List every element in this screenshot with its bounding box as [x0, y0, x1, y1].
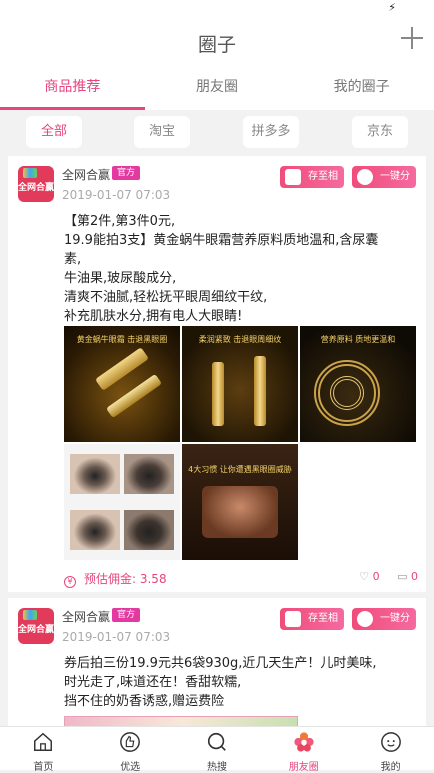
desc-line: 【第2件,第3件0元,	[64, 214, 176, 229]
shop-name: 全网合赢	[62, 610, 111, 624]
bottom-tab-bar: 首页 优选 热搜 朋友圈 我的	[0, 726, 434, 773]
eye-before	[70, 454, 120, 494]
post-card: 全网合赢 全网合赢 官方 2019-01-07 07:03 存至相册 一键分享 …	[8, 598, 426, 726]
tab-home[interactable]: 首页	[0, 727, 87, 773]
product-image[interactable]	[64, 444, 180, 560]
image-caption: 4大习惯 让你遭遇黑眼圈威胁	[188, 465, 292, 474]
tab-featured[interactable]: 优选	[87, 727, 174, 773]
thumbs-up-icon	[120, 732, 141, 752]
desc-line: 时光走了,味道还在！香甜软糯,	[64, 675, 242, 690]
product-image[interactable]: 黄金蜗牛眼霜 击退黑眼圈	[64, 326, 180, 442]
search-icon	[207, 732, 226, 751]
post-description: 券后拍三份19.9元共6袋930g,近几天生产！儿时美味, 时光走了,味道还在！…	[64, 654, 394, 711]
share-icon	[357, 169, 373, 185]
product-image[interactable]: 柔润紧致 击退眼周细纹	[182, 326, 298, 442]
bolt-icon: ⚡	[388, 1, 396, 14]
post-date: 2019-01-07 07:03	[62, 188, 171, 202]
post-date: 2019-01-07 07:03	[62, 630, 171, 644]
eye-after	[124, 510, 174, 550]
desc-line: 券后拍三份19.9元共6袋930g,近几天生产！儿时美味,	[64, 656, 377, 671]
official-badge: 官方	[112, 608, 141, 622]
tab-recommended[interactable]: 商品推荐	[0, 66, 145, 110]
filter-taobao[interactable]: 淘宝	[134, 116, 190, 148]
avatar[interactable]: 全网合赢	[18, 608, 54, 644]
image-caption: 营养原料 质地更温和	[320, 335, 396, 344]
desc-line: 19.9能拍3支】黄金蜗牛眼霜营养原料质地温和,含尿囊素,	[64, 233, 379, 267]
bottle-shape	[212, 362, 224, 426]
header: 圈子	[0, 18, 434, 66]
eye-after	[124, 454, 174, 494]
tab-label: 朋友圈	[288, 762, 319, 773]
album-icon	[285, 169, 301, 185]
image-caption: 黄金蜗牛眼霜 击退黑眼圈	[76, 335, 168, 344]
page-title: 圈子	[197, 34, 236, 56]
tab-profile[interactable]: 我的	[347, 727, 434, 773]
save-label: 存至相册	[308, 613, 338, 646]
shell-shape	[330, 376, 364, 410]
post-stats: ♡ 0 ▭ 0	[359, 570, 418, 583]
save-label: 存至相册	[308, 171, 338, 204]
comment-button[interactable]: ▭ 0	[397, 570, 418, 583]
comment-count: 0	[411, 570, 418, 583]
like-count: 0	[372, 570, 380, 583]
flower-icon	[294, 732, 314, 752]
post-card: 全网合赢 全网合赢 官方 2019-01-07 07:03 存至相册 一键分享 …	[8, 156, 426, 592]
product-image[interactable]: 4大习惯 让你遭遇黑眼圈威胁	[182, 444, 298, 560]
post-feed[interactable]: 全网合赢 全网合赢 官方 2019-01-07 07:03 存至相册 一键分享 …	[0, 154, 434, 726]
tab-label: 我的	[380, 762, 401, 773]
tab-label: 首页	[33, 762, 54, 773]
logo-ribbon	[23, 610, 37, 620]
save-to-album-button[interactable]: 存至相册	[280, 166, 344, 204]
product-image[interactable]: 营养原料 质地更温和	[300, 326, 416, 442]
filter-jd[interactable]: 京东	[352, 116, 408, 148]
avatar-text: 全网合赢	[18, 183, 54, 193]
filter-all[interactable]: 全部	[26, 116, 82, 148]
face-shape	[202, 486, 278, 538]
share-icon	[357, 611, 373, 627]
status-bar: ⚡	[0, 0, 434, 18]
shop-name: 全网合赢	[62, 168, 111, 182]
filter-pinduoduo[interactable]: 拼多多	[243, 116, 299, 148]
eye-before	[70, 510, 120, 550]
share-label: 一键分享	[380, 171, 410, 204]
desc-line: 挡不住的奶香诱惑,赠运费险	[64, 694, 225, 709]
commission-value: 预估佣金: 3.58	[84, 572, 167, 586]
comment-icon: ▭	[397, 570, 408, 583]
share-label: 一键分享	[380, 613, 410, 646]
like-button[interactable]: ♡ 0	[359, 570, 379, 583]
yen-icon: ¥	[64, 576, 76, 588]
tab-label: 热搜	[206, 762, 227, 773]
plus-icon[interactable]	[398, 24, 426, 52]
bottle-shape	[254, 356, 266, 426]
image-caption: 柔润紧致 击退眼周细纹	[198, 335, 282, 344]
heart-icon: ♡	[359, 570, 370, 583]
desc-line: 牛油果,玻尿酸成分,	[64, 271, 177, 286]
filter-bar: 全部 淘宝 拼多多 京东	[0, 110, 434, 154]
avatar-text: 全网合赢	[18, 625, 54, 635]
desc-line: 清爽不油腻,轻松抚平眼周细纹干纹,	[64, 290, 268, 305]
album-icon	[285, 611, 301, 627]
avatar[interactable]: 全网合赢	[18, 166, 54, 202]
tab-moments-nav[interactable]: 朋友圈	[260, 727, 347, 773]
share-button[interactable]: 一键分享	[352, 608, 416, 646]
save-to-album-button[interactable]: 存至相册	[280, 608, 344, 646]
tab-hot-search[interactable]: 热搜	[174, 727, 261, 773]
top-tabs: 商品推荐 朋友圈 我的圈子	[0, 66, 434, 110]
tab-label: 优选	[120, 762, 141, 773]
desc-line: 补充肌肤水分,拥有电人大眼睛!	[64, 309, 243, 324]
official-badge: 官方	[112, 166, 141, 180]
tab-my-circle[interactable]: 我的圈子	[289, 66, 434, 110]
share-button[interactable]: 一键分享	[352, 166, 416, 204]
post-description: 【第2件,第3件0元, 19.9能拍3支】黄金蜗牛眼霜营养原料质地温和,含尿囊素…	[64, 212, 380, 326]
logo-ribbon	[23, 168, 37, 178]
estimated-commission: ¥ 预估佣金: 3.58	[64, 570, 167, 588]
profile-icon	[380, 732, 401, 752]
product-image-peek[interactable]	[64, 716, 298, 726]
tab-moments[interactable]: 朋友圈	[145, 66, 290, 110]
home-icon	[34, 732, 53, 751]
